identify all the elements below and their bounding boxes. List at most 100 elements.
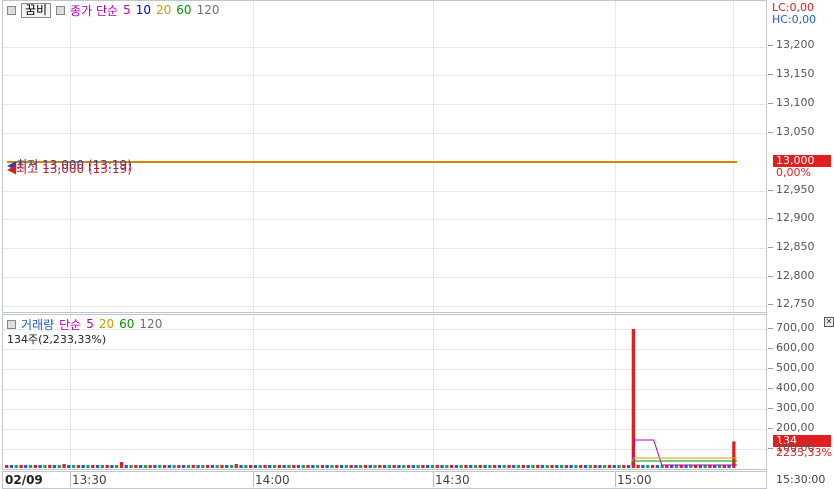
volume-bar [220, 465, 224, 468]
volume-bar [263, 465, 267, 468]
volume-bar [292, 465, 296, 468]
y-tick: 600,00 [768, 341, 815, 354]
volume-bar [268, 465, 272, 468]
time-x-axis: 02/09 13:30 14:00 14:30 15:00 [2, 471, 767, 489]
close-icon[interactable]: ✕ [824, 317, 834, 327]
volume-bar [493, 465, 497, 468]
volume-bar [449, 465, 454, 468]
y-tick: 500,00 [768, 361, 815, 374]
y-tick: 12,750 [768, 297, 815, 310]
y-tick: 300,00 [768, 401, 815, 414]
volume-bar [52, 465, 57, 468]
volume-bar [229, 465, 234, 468]
ma120-label: 120 [196, 3, 220, 17]
volume-bar [239, 465, 243, 468]
volume-bar [277, 465, 281, 468]
volume-bar [325, 465, 329, 468]
hc-label: HC:0,00 [772, 13, 817, 26]
volume-bar [440, 465, 444, 468]
volume-bar [14, 465, 18, 468]
volume-bar [253, 465, 258, 468]
volume-bar [488, 465, 492, 468]
volume-bar [139, 465, 143, 468]
volume-bar [607, 465, 612, 468]
volume-bar [521, 465, 525, 468]
volume-bar [191, 465, 195, 468]
volume-bar [445, 465, 449, 468]
volume-bar [28, 465, 33, 468]
y-tick: 12,800 [768, 269, 815, 282]
volume-bar [62, 464, 66, 468]
volume-bar [560, 465, 564, 468]
volume-bar [516, 465, 521, 468]
change-pct: 0,00% [776, 166, 811, 179]
volume-bar [435, 465, 439, 468]
ma20-label: 20 [156, 3, 172, 17]
volume-bar [459, 465, 463, 468]
volume-bar [172, 465, 176, 468]
volume-bar [76, 465, 81, 468]
volume-bar [215, 465, 219, 468]
volume-bar [378, 465, 382, 468]
y-tick: 200,00 [768, 421, 815, 434]
volume-bar [631, 329, 635, 468]
volume-bar [555, 465, 559, 468]
volume-bar [249, 465, 253, 468]
volume-bar [115, 465, 119, 468]
volume-bar [148, 465, 152, 468]
volume-bar [177, 465, 181, 468]
volume-bar [392, 465, 396, 468]
volume-chart-pane[interactable]: 거래량 단순 5 20 60 120 134주(2,233,33%) [2, 314, 767, 470]
volume-bar [473, 465, 478, 468]
volume-bar [48, 465, 52, 468]
volume-bar [569, 465, 573, 468]
volume-bar [330, 465, 334, 468]
volume-bar [603, 465, 607, 468]
volume-bar [335, 465, 339, 468]
volume-bar [105, 465, 109, 468]
price-chart-pane[interactable]: 꿈비 종가 단순 5 10 20 60 120 ◀최저 13,000 (13:1… [2, 0, 767, 313]
volume-bar [153, 465, 157, 468]
volume-bar [205, 465, 210, 468]
volume-bar [359, 465, 363, 468]
volume-bar [617, 465, 621, 468]
volume-bar [287, 465, 291, 468]
volume-bar [502, 465, 506, 468]
volume-bar [158, 465, 162, 468]
volume-bar [67, 465, 71, 468]
price-y-axis: LC:0,00 HC:0,00 13,200 13,150 13,100 13,… [768, 0, 834, 313]
y-tick: 12,850 [768, 240, 815, 253]
x-tick: 14:00 [253, 472, 290, 487]
volume-bar [110, 465, 114, 468]
volume-bar [574, 465, 578, 468]
ma5-label: 5 [123, 3, 131, 17]
volume-bar [339, 465, 344, 468]
high-price-marker: ◀최고 13,000 (13:19) [7, 162, 132, 176]
volume-bar [531, 465, 535, 468]
volume-bar [526, 465, 530, 468]
ma60-label: 60 [176, 3, 192, 17]
volume-bar [512, 465, 516, 468]
volume-bar [86, 465, 90, 468]
ma-label: 종가 단순 [70, 3, 119, 18]
volume-bar [545, 465, 549, 468]
volume-bar [397, 465, 401, 468]
x-tick: 14:30 [433, 472, 470, 487]
volume-bar [167, 465, 171, 468]
volume-bar [368, 465, 372, 468]
volume-bar [24, 465, 28, 468]
stock-name-tag[interactable]: 꿈비 [21, 2, 52, 18]
volume-bar [301, 465, 305, 468]
volume-bar [91, 465, 95, 468]
volume-y-axis: ✕ 700,00 600,00 500,00 400,00 300,00 200… [768, 314, 834, 470]
volume-bar [387, 465, 391, 468]
volume-bar [272, 465, 277, 468]
volume-bar [33, 465, 37, 468]
volume-bar [95, 465, 100, 468]
y-tick: 13,200 [768, 38, 815, 51]
volume-bar [119, 462, 124, 468]
y-tick: 13,050 [768, 125, 815, 138]
volume-bars [5, 329, 737, 468]
volume-bar [81, 465, 85, 468]
legend-square-icon [7, 5, 16, 15]
